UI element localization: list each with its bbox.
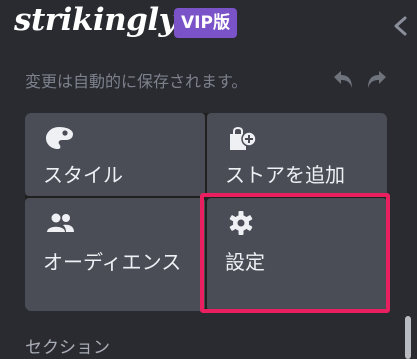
shopping-bag-add-icon bbox=[230, 127, 257, 150]
gear-icon bbox=[229, 211, 253, 235]
audience-label: オーディエンス bbox=[43, 250, 182, 274]
palette-icon bbox=[46, 127, 73, 149]
style-label: スタイル bbox=[43, 163, 123, 187]
style-tile[interactable]: スタイル bbox=[25, 113, 205, 196]
autosave-notice: 変更は自動的に保存されます。 bbox=[25, 72, 248, 91]
add-store-label: ストアを追加 bbox=[225, 163, 345, 187]
add-store-tile[interactable]: ストアを追加 bbox=[207, 113, 387, 196]
undo-icon[interactable] bbox=[330, 68, 356, 92]
settings-menu-grid: スタイル ストアを追加 オーディエンス 設定 bbox=[25, 113, 387, 311]
sidebar-scrollbar[interactable] bbox=[405, 316, 411, 359]
settings-label: 設定 bbox=[225, 250, 265, 274]
audience-tile[interactable]: オーディエンス bbox=[25, 198, 205, 311]
chevron-left-icon[interactable] bbox=[388, 12, 412, 40]
settings-tile[interactable]: 設定 bbox=[207, 198, 387, 311]
people-icon bbox=[47, 213, 74, 232]
editor-header: strikingly VIP版 bbox=[0, 0, 417, 52]
sections-heading: セクション bbox=[25, 338, 110, 358]
strikingly-logo: strikingly bbox=[14, 2, 177, 38]
redo-icon[interactable] bbox=[364, 68, 390, 92]
vip-badge: VIP版 bbox=[174, 8, 237, 38]
